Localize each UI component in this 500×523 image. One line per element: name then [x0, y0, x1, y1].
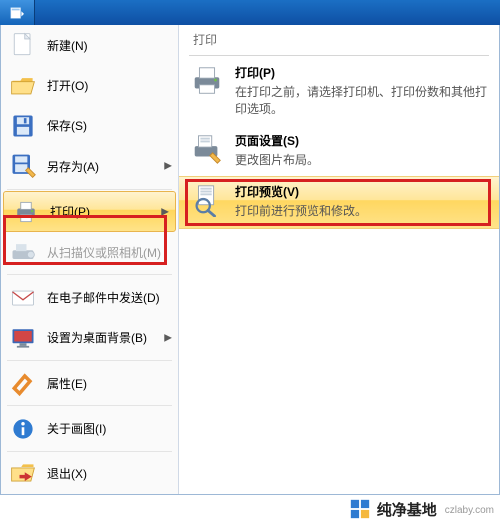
- menu-item-open[interactable]: 打开(O): [1, 65, 178, 105]
- panel-item-print[interactable]: 打印(P) 在打印之前，请选择打印机、打印份数和其他打印选项。: [179, 58, 499, 126]
- file-menu: 新建(N) 打开(O) 保存(S) 另存为(A) ▶ 打: [0, 25, 500, 495]
- menu-item-label: 从扫描仪或照相机(M): [47, 244, 161, 261]
- save-icon: [9, 112, 37, 140]
- menu-item-new[interactable]: 新建(N): [1, 25, 178, 65]
- panel-title: 打印: [179, 25, 499, 51]
- save-as-icon: [9, 152, 37, 180]
- panel-item-page-setup[interactable]: 页面设置(S) 更改图片布局。: [179, 126, 499, 177]
- menu-item-save[interactable]: 保存(S): [1, 106, 178, 146]
- menu-item-label: 设置为桌面背景(B): [47, 329, 147, 346]
- app-menu-button[interactable]: [0, 0, 35, 25]
- properties-icon: [9, 369, 37, 397]
- menu-item-label: 另存为(A): [47, 158, 99, 175]
- separator: [7, 189, 172, 190]
- brand-name: 纯净基地: [377, 499, 437, 520]
- exit-icon: [9, 460, 37, 488]
- menu-item-scanner: 从扫描仪或照相机(M): [1, 232, 178, 272]
- panel-item-desc: 更改图片布局。: [235, 152, 487, 169]
- menu-item-label: 保存(S): [47, 117, 87, 134]
- menu-item-properties[interactable]: 属性(E): [1, 363, 178, 403]
- page-setup-icon: [189, 132, 225, 168]
- menu-item-label: 打开(O): [47, 77, 88, 94]
- file-menu-left-column: 新建(N) 打开(O) 保存(S) 另存为(A) ▶ 打: [1, 25, 179, 494]
- menu-item-label: 属性(E): [47, 375, 87, 392]
- menu-item-label: 打印(P): [50, 203, 90, 220]
- brand-url: czlaby.com: [445, 505, 494, 516]
- file-menu-right-panel: 打印 打印(P) 在打印之前，请选择打印机、打印份数和其他打印选项。 页面设置(…: [179, 25, 499, 494]
- separator: [7, 360, 172, 361]
- watermark-footer: 纯净基地 czlaby.com: [0, 495, 500, 523]
- separator: [7, 451, 172, 452]
- separator: [189, 55, 489, 56]
- panel-item-print-preview[interactable]: 打印预览(V) 打印前进行预览和修改。: [179, 176, 499, 229]
- menu-item-label: 退出(X): [47, 465, 87, 482]
- submenu-arrow-icon: ▶: [161, 206, 169, 217]
- print-preview-icon: [189, 183, 225, 219]
- panel-item-title: 打印(P): [235, 64, 487, 81]
- separator: [7, 274, 172, 275]
- wallpaper-icon: [9, 324, 37, 352]
- menu-item-exit[interactable]: 退出(X): [1, 454, 178, 494]
- scanner-icon: [9, 238, 37, 266]
- brand-logo-icon: [349, 498, 371, 520]
- menu-item-email[interactable]: 在电子邮件中发送(D): [1, 277, 178, 317]
- new-file-icon: [9, 31, 37, 59]
- menu-item-label: 新建(N): [47, 37, 88, 54]
- menu-item-print[interactable]: 打印(P) ▶: [3, 191, 176, 232]
- printer-icon: [12, 198, 40, 226]
- email-icon: [9, 284, 37, 312]
- panel-item-title: 页面设置(S): [235, 132, 487, 149]
- panel-item-title: 打印预览(V): [235, 183, 487, 200]
- submenu-arrow-icon: ▶: [164, 332, 172, 343]
- info-icon: [9, 415, 37, 443]
- printer-icon: [189, 64, 225, 100]
- menu-item-about[interactable]: 关于画图(I): [1, 408, 178, 448]
- menu-item-wallpaper[interactable]: 设置为桌面背景(B) ▶: [1, 318, 178, 358]
- panel-item-desc: 在打印之前，请选择打印机、打印份数和其他打印选项。: [235, 84, 487, 118]
- submenu-arrow-icon: ▶: [164, 161, 172, 172]
- menu-item-label: 关于画图(I): [47, 420, 106, 437]
- open-folder-icon: [9, 72, 37, 100]
- menu-item-label: 在电子邮件中发送(D): [47, 289, 160, 306]
- menu-item-save-as[interactable]: 另存为(A) ▶: [1, 146, 178, 186]
- panel-item-desc: 打印前进行预览和修改。: [235, 203, 487, 220]
- separator: [7, 405, 172, 406]
- title-bar: [0, 0, 500, 25]
